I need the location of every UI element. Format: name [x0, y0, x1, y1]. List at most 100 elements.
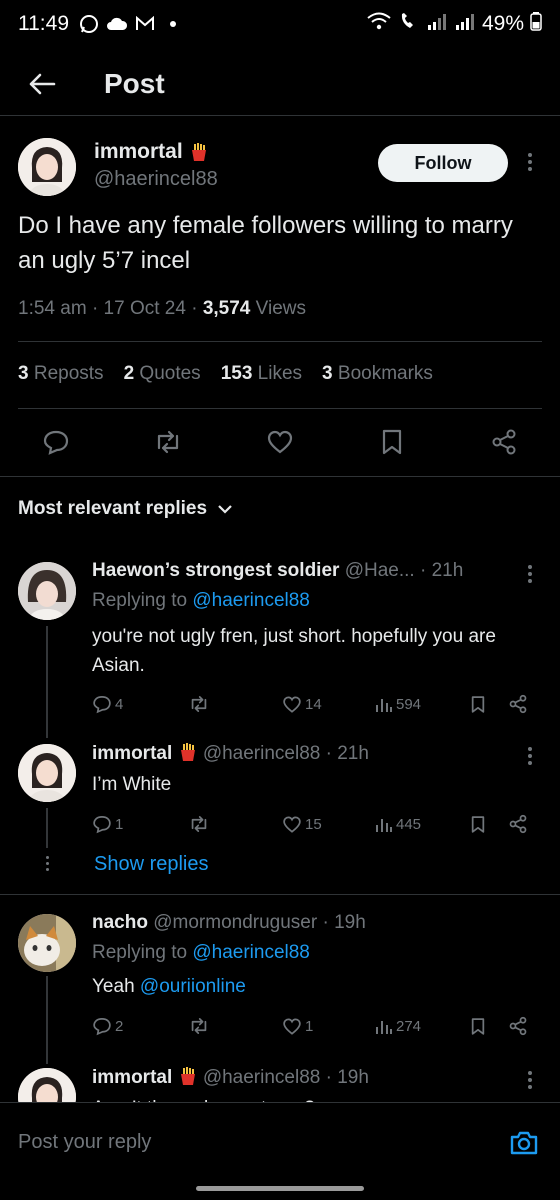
status-bar: 11:49 49% [0, 0, 560, 48]
heart-icon [283, 1017, 301, 1035]
fries-emoji-icon [178, 1066, 198, 1086]
dot-icon [161, 12, 185, 36]
share-icon [492, 429, 516, 455]
reply-header: immortal @haerincel88 · 19h [92, 1066, 369, 1088]
bookmarks-stat[interactable]: 3 Bookmarks [322, 363, 433, 385]
share-button[interactable] [508, 810, 528, 838]
author-block[interactable]: immortal @haerincel88 [94, 140, 218, 191]
like-button[interactable]: 1 [282, 1012, 313, 1040]
mention-link[interactable]: @ouriionline [140, 976, 246, 997]
page-title: Post [104, 67, 165, 99]
reply-icon [93, 1017, 111, 1036]
more-options-icon[interactable] [522, 1065, 538, 1095]
display-name[interactable]: immortal [92, 1067, 172, 1088]
arrow-left-icon [29, 73, 56, 94]
repost-button[interactable] [146, 420, 190, 464]
reply-actions: 4 14 594 [92, 690, 542, 718]
follow-button[interactable]: Follow [378, 144, 508, 182]
share-button[interactable] [508, 1012, 528, 1040]
more-options-icon[interactable] [522, 559, 538, 589]
post-date: 17 Oct 24 [103, 298, 186, 319]
like-button[interactable] [258, 420, 302, 464]
reply-input-placeholder[interactable]: Post your reply [18, 1131, 151, 1154]
bookmark-button[interactable] [470, 1012, 486, 1040]
mention-link[interactable]: @haerincel88 [192, 590, 310, 611]
more-options-icon[interactable] [522, 741, 538, 771]
post-text: Do I have any female followers willing t… [18, 212, 513, 274]
author-name[interactable]: immortal [94, 140, 218, 164]
avatar[interactable] [18, 1068, 76, 1102]
thread-line [46, 626, 48, 738]
bookmark-icon [471, 1017, 485, 1035]
views-count: 3,574 [202, 298, 251, 319]
views-button[interactable]: 445 [375, 810, 421, 838]
repost-button[interactable] [188, 1012, 210, 1040]
bookmark-icon [471, 695, 485, 713]
reposts-stat[interactable]: 3 Reposts [18, 363, 104, 385]
divider [0, 476, 560, 477]
post-action-bar [0, 420, 560, 464]
avatar[interactable] [18, 562, 76, 620]
reply-actions: 1 15 445 [92, 810, 542, 838]
reply-button[interactable] [34, 420, 78, 464]
display-name[interactable]: Haewon’s strongest soldier [92, 560, 339, 581]
reply-composer[interactable]: Post your reply [0, 1102, 560, 1184]
reply-icon [43, 430, 69, 455]
avatar[interactable] [18, 138, 76, 196]
bookmark-button[interactable] [470, 810, 486, 838]
battery-label: 49% [481, 12, 524, 35]
like-button[interactable]: 15 [282, 810, 322, 838]
avatar[interactable] [18, 744, 76, 802]
repost-button[interactable] [188, 690, 210, 718]
reply-time: 19h [334, 912, 366, 933]
reply-button[interactable]: 1 [92, 810, 123, 838]
show-replies-link[interactable]: Show replies [94, 853, 209, 876]
chevron-down-icon [218, 505, 232, 514]
views-button[interactable]: 274 [375, 1012, 421, 1040]
replies-sort-label: Most relevant replies [18, 498, 208, 519]
back-button[interactable] [0, 52, 84, 116]
post-time: 1:54 am [18, 298, 87, 319]
repost-button[interactable] [188, 810, 210, 838]
handle[interactable]: @haerincel88 [203, 743, 321, 764]
reply-item[interactable]: immortal @haerincel88 · 19h Aren’t they … [0, 1048, 560, 1102]
display-name[interactable]: immortal [92, 743, 172, 764]
signal-icon [454, 11, 476, 37]
home-indicator[interactable] [196, 1186, 364, 1191]
avatar[interactable] [18, 914, 76, 972]
fries-emoji-icon [178, 742, 198, 762]
views-button[interactable]: 594 [375, 690, 421, 718]
quotes-stat[interactable]: 2 Quotes [124, 363, 201, 385]
more-options-icon[interactable] [522, 147, 538, 177]
share-button[interactable] [508, 690, 528, 718]
reply-button[interactable]: 2 [92, 1012, 123, 1040]
repost-icon [191, 1018, 207, 1034]
heart-icon [267, 430, 293, 454]
mention-link[interactable]: @haerincel88 [192, 942, 310, 963]
share-icon [509, 1016, 527, 1036]
bookmark-button[interactable] [370, 420, 414, 464]
replies-sort-dropdown[interactable]: Most relevant replies [18, 498, 233, 520]
likes-stat[interactable]: 153 Likes [221, 363, 302, 385]
handle[interactable]: @Hae... [345, 560, 415, 581]
handle[interactable]: @haerincel88 [203, 1067, 321, 1088]
divider [18, 408, 542, 409]
display-name: immortal [94, 140, 183, 163]
gmail-icon [133, 12, 157, 36]
camera-button[interactable] [508, 1127, 540, 1159]
replying-to: Replying to @haerincel88 [92, 590, 310, 611]
post-meta: 1:54 am · 17 Oct 24 · 3,574 Views [18, 298, 306, 319]
share-icon [509, 694, 527, 714]
reply-button[interactable]: 4 [92, 690, 123, 718]
bookmark-button[interactable] [470, 690, 486, 718]
share-button[interactable] [482, 420, 526, 464]
bookmark-icon [382, 429, 402, 455]
display-name[interactable]: nacho [92, 912, 148, 933]
repost-icon [191, 696, 207, 712]
reply-icon [93, 815, 111, 834]
handle[interactable]: @mormondruguser [153, 912, 317, 933]
analytics-icon [376, 699, 392, 712]
like-button[interactable]: 14 [282, 690, 322, 718]
reply-icon [93, 695, 111, 714]
analytics-icon [376, 1021, 392, 1034]
